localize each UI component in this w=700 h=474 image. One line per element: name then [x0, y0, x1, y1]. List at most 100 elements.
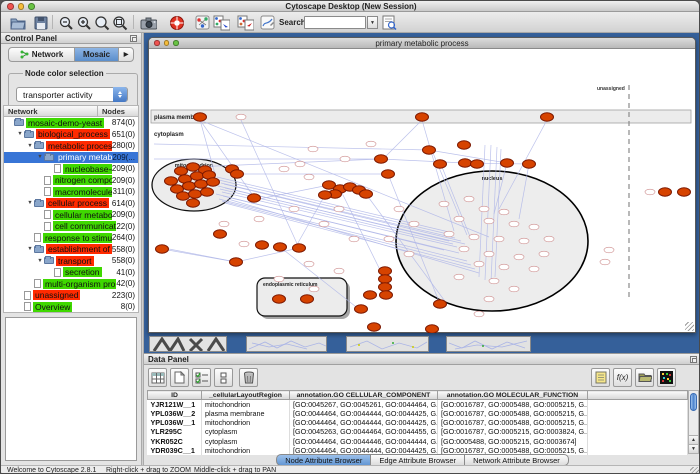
network-node-unselected[interactable]: [544, 236, 554, 242]
network-node-unselected[interactable]: [509, 221, 519, 227]
zoom-fit-icon[interactable]: [111, 14, 128, 31]
network-node-unselected[interactable]: [289, 206, 299, 212]
network-node-selected[interactable]: [187, 199, 200, 207]
network-node-selected[interactable]: [501, 159, 514, 167]
network-node-selected[interactable]: [364, 291, 377, 299]
network-node-selected[interactable]: [201, 188, 214, 196]
network-node-selected[interactable]: [231, 170, 244, 178]
network-node-unselected[interactable]: [645, 189, 655, 195]
network-node-unselected[interactable]: [304, 174, 314, 180]
network-node-unselected[interactable]: [444, 231, 454, 237]
network-node-selected[interactable]: [177, 192, 190, 200]
table-column-header[interactable]: annotation.GO MOLECULAR_FUNCTION: [438, 391, 588, 400]
network-node-unselected[interactable]: [474, 261, 484, 267]
network-node-unselected[interactable]: [514, 254, 524, 260]
network-node-selected[interactable]: [189, 190, 202, 198]
network-node-unselected[interactable]: [319, 221, 329, 227]
import-network-file-icon[interactable]: [213, 14, 230, 31]
search-input[interactable]: [304, 16, 366, 29]
network-node-selected[interactable]: [379, 275, 392, 283]
tree-row[interactable]: ▼primary metabol209(...: [4, 152, 138, 164]
network-node-unselected[interactable]: [334, 206, 344, 212]
network-node-unselected[interactable]: [334, 268, 344, 274]
network-node-selected[interactable]: [541, 113, 554, 121]
tree-column-network[interactable]: Network: [3, 105, 98, 117]
tab-node-attribute-browser[interactable]: Node Attribute Browser: [276, 454, 371, 465]
network-node-selected[interactable]: [175, 167, 188, 175]
network-node-unselected[interactable]: [366, 141, 376, 147]
expander-icon[interactable]: ▼: [36, 154, 44, 160]
table-row[interactable]: YPL036W__1mitochondrion[GO:0044464, GO:0…: [148, 418, 688, 427]
network-node-selected[interactable]: [230, 258, 243, 266]
network-node-unselected[interactable]: [469, 234, 479, 240]
table-scrollbar[interactable]: ▲ ▼: [688, 390, 699, 454]
function-builder-icon[interactable]: f(x): [613, 368, 632, 387]
network-node-unselected[interactable]: [459, 246, 469, 252]
help-icon[interactable]: [168, 14, 185, 31]
network-node-selected[interactable]: [156, 245, 169, 253]
network-node-unselected[interactable]: [539, 251, 549, 257]
network-node-selected[interactable]: [458, 141, 471, 149]
tree-row[interactable]: Overview8(0): [4, 301, 138, 313]
network-node-unselected[interactable]: [409, 221, 419, 227]
network-node-selected[interactable]: [423, 146, 436, 154]
tree-row[interactable]: cell communicat22(0): [4, 221, 138, 233]
network-node-unselected[interactable]: [295, 161, 305, 167]
attribute-checklist-icon[interactable]: [192, 368, 211, 387]
table-column-header[interactable]: [588, 391, 688, 400]
table-row[interactable]: YJR121W__1mitochondrion[GO:0045267, GO:0…: [148, 400, 688, 410]
network-node-unselected[interactable]: [279, 166, 289, 172]
tree-row[interactable]: nucleobase-co209(0): [4, 163, 138, 175]
tree-row[interactable]: ▼transport558(0): [4, 255, 138, 267]
expander-icon[interactable]: ▼: [36, 258, 44, 264]
expander-icon[interactable]: ▼: [26, 246, 34, 252]
attribute-matrix-icon[interactable]: [657, 368, 676, 387]
network-node-selected[interactable]: [368, 323, 381, 331]
network-node-unselected[interactable]: [509, 286, 519, 292]
network-node-unselected[interactable]: [519, 238, 529, 244]
network-node-unselected[interactable]: [454, 216, 464, 222]
network-node-unselected[interactable]: [404, 251, 414, 257]
table-column-header[interactable]: annotation.GO CELLULAR_COMPONENT: [290, 391, 438, 400]
search-dropdown-icon[interactable]: ▼: [367, 16, 378, 29]
tree-row[interactable]: multi-organism pro42(0): [4, 278, 138, 290]
network-node-unselected[interactable]: [489, 278, 499, 284]
tree-column-nodes[interactable]: Nodes: [98, 105, 139, 117]
network-node-unselected[interactable]: [604, 247, 614, 253]
delete-attribute-icon[interactable]: [239, 368, 258, 387]
background-window-fragment[interactable]: [446, 336, 531, 352]
window-resize-grip[interactable]: [690, 467, 699, 474]
network-node-unselected[interactable]: [394, 206, 404, 212]
network-node-selected[interactable]: [319, 191, 332, 199]
network-node-unselected[interactable]: [439, 201, 449, 207]
tree-row[interactable]: ▼metabolic process280(0): [4, 140, 138, 152]
scrollbar-thumb[interactable]: [690, 393, 697, 411]
network-view-titlebar[interactable]: primary metabolic process: [149, 38, 695, 49]
network-node-unselected[interactable]: [484, 218, 494, 224]
network-node-selected[interactable]: [471, 160, 484, 168]
float-panel-icon[interactable]: [690, 356, 697, 363]
network-node-selected[interactable]: [165, 177, 178, 185]
zoom-out-icon[interactable]: [57, 14, 74, 31]
attribute-table-header[interactable]: ID_cellularLayoutRegionannotation.GO CEL…: [148, 391, 688, 400]
background-window-fragment[interactable]: [246, 336, 327, 352]
network-node-selected[interactable]: [523, 160, 536, 168]
network-node-unselected[interactable]: [274, 276, 284, 282]
attribute-list-icon[interactable]: [591, 368, 610, 387]
expander-icon[interactable]: ▼: [26, 143, 34, 149]
network-node-unselected[interactable]: [309, 286, 319, 292]
network-node-unselected[interactable]: [529, 266, 539, 272]
open-vizmapper-icon[interactable]: [259, 14, 276, 31]
network-node-unselected[interactable]: [384, 236, 394, 242]
overview-panel[interactable]: [5, 317, 137, 461]
network-node-unselected[interactable]: [494, 236, 504, 242]
tree-row[interactable]: ▼biological_process651(0): [4, 129, 138, 141]
network-node-unselected[interactable]: [464, 196, 474, 202]
scroll-down-icon[interactable]: ▼: [689, 444, 698, 453]
network-node-unselected[interactable]: [600, 259, 610, 265]
network-node-selected[interactable]: [274, 243, 287, 251]
network-node-unselected[interactable]: [239, 241, 249, 247]
network-node-selected[interactable]: [256, 241, 269, 249]
enhanced-search-icon[interactable]: [381, 14, 398, 31]
network-node-unselected[interactable]: [308, 146, 318, 152]
